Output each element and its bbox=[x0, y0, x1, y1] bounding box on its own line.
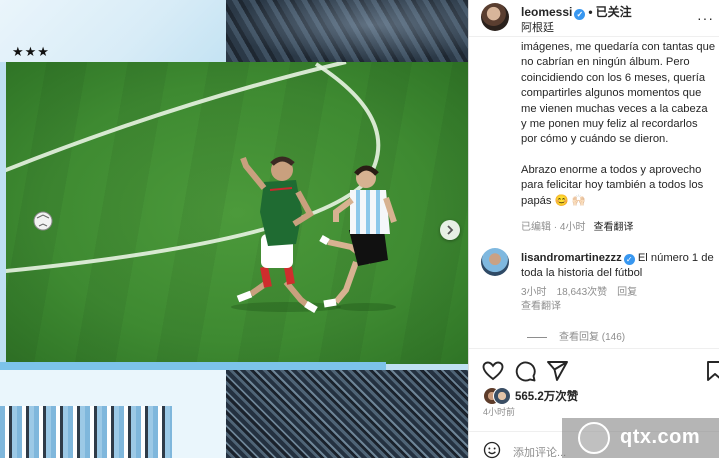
comment-meta: 3小时 18,643次赞 回复 查看翻译 bbox=[521, 286, 711, 314]
stars-decoration: ★★★ bbox=[12, 44, 50, 59]
comment-likes[interactable]: 18,643次赞 bbox=[557, 287, 608, 298]
pitch-illustration bbox=[6, 62, 397, 314]
post-header: leomessi ✓ • 已关注 阿根廷 ··· bbox=[469, 0, 719, 37]
post-media[interactable]: ★★★ bbox=[0, 0, 468, 458]
caption-paragraph: Abrazo enorme a todos y aprovecho para f… bbox=[521, 163, 704, 207]
view-replies-link[interactable]: 查看回复 (146) bbox=[527, 328, 625, 343]
verified-badge-icon: ✓ bbox=[623, 254, 635, 265]
comment-time: 3小时 bbox=[521, 287, 547, 298]
separator-dot: • bbox=[588, 5, 593, 19]
liker-avatar bbox=[493, 387, 511, 405]
post-caption: imágenes, me quedaría con tantas que no … bbox=[521, 40, 716, 209]
comment-text: lisandromartinezzz ✓ El número 1 de toda … bbox=[521, 251, 716, 282]
crowd-flags-image bbox=[0, 406, 172, 458]
watermark-text: qtx.com bbox=[620, 426, 701, 448]
author-username[interactable]: leomessi bbox=[521, 5, 572, 19]
more-options-icon[interactable]: ··· bbox=[697, 10, 714, 26]
next-image-button[interactable] bbox=[440, 220, 460, 240]
commenter-avatar[interactable] bbox=[481, 248, 509, 276]
collage-top-right-aerial bbox=[226, 0, 468, 62]
commenter-username[interactable]: lisandromartinezzz bbox=[521, 252, 622, 264]
likes-count[interactable]: 565.2万次赞 bbox=[515, 388, 578, 404]
post-location[interactable]: 阿根廷 bbox=[521, 19, 554, 35]
caption-meta: 已编辑 · 4小时 查看翻译 bbox=[521, 218, 633, 233]
collage-divider bbox=[0, 362, 386, 370]
caption-paragraph: imágenes, me quedaría con tantas que no … bbox=[521, 41, 716, 146]
collage-bottom-right-crowd bbox=[226, 370, 468, 458]
share-send-icon[interactable] bbox=[545, 359, 569, 383]
like-heart-icon[interactable] bbox=[481, 359, 505, 383]
emoji-icon[interactable] bbox=[483, 441, 501, 459]
post-side-panel: leomessi ✓ • 已关注 阿根廷 ··· imágenes, me queda… bbox=[468, 0, 719, 459]
save-bookmark-icon[interactable] bbox=[703, 359, 719, 383]
match-photo bbox=[6, 62, 468, 364]
author-avatar[interactable] bbox=[481, 3, 509, 31]
watermark-logo-icon bbox=[578, 422, 610, 454]
edited-time: 已编辑 · 4小时 bbox=[521, 222, 586, 233]
site-watermark: qtx.com bbox=[562, 418, 719, 458]
comment-translate-link[interactable]: 查看翻译 bbox=[521, 301, 561, 312]
chevron-right-icon bbox=[447, 225, 454, 235]
collage-bottom-left bbox=[0, 370, 226, 458]
comment-bubble-icon[interactable] bbox=[513, 359, 537, 383]
following-button[interactable]: 已关注 bbox=[596, 5, 632, 19]
see-translation-link[interactable]: 查看翻译 bbox=[593, 222, 633, 233]
collage-top-left: ★★★ bbox=[0, 0, 226, 62]
post-time: 4小时前 bbox=[483, 407, 516, 417]
reply-button[interactable]: 回复 bbox=[617, 287, 637, 298]
verified-badge-icon: ✓ bbox=[574, 9, 586, 20]
